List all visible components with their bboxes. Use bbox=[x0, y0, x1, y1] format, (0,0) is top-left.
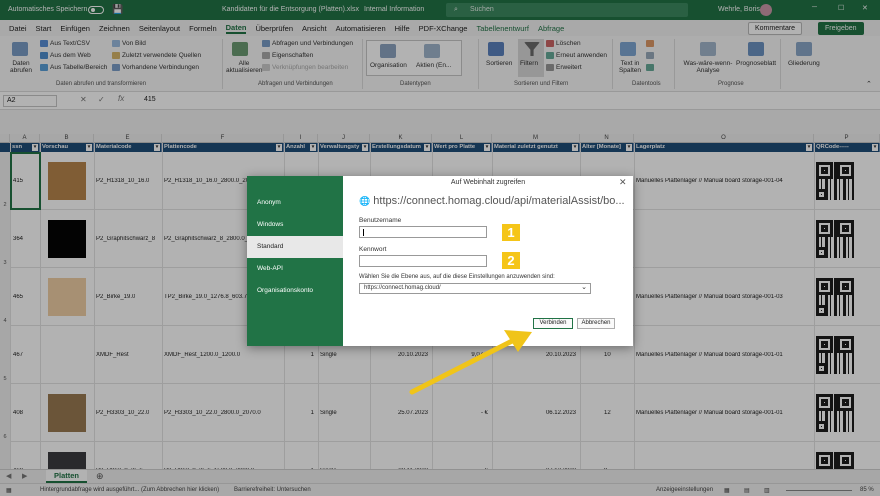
globe-icon: 🌐 bbox=[359, 196, 371, 206]
password-input[interactable] bbox=[359, 255, 487, 267]
level-label: Wählen Sie die Ebene aus, auf die diese … bbox=[359, 274, 555, 280]
password-label: Kennwort bbox=[359, 246, 387, 253]
web-access-dialog: Anonym Windows Standard Web-API Organisa… bbox=[247, 176, 633, 346]
level-select[interactable]: https://connect.homag.cloud/ bbox=[359, 283, 591, 294]
arrow-shaft bbox=[409, 335, 521, 395]
annotation-arrow bbox=[409, 330, 532, 395]
auth-anonym[interactable]: Anonym bbox=[247, 192, 343, 214]
auth-method-sidebar: Anonym Windows Standard Web-API Organisa… bbox=[247, 176, 343, 346]
username-input[interactable] bbox=[359, 226, 487, 238]
annotation-badge-1: 1 bbox=[502, 224, 520, 241]
auth-windows[interactable]: Windows bbox=[247, 214, 343, 236]
auth-standard[interactable]: Standard bbox=[247, 236, 343, 258]
auth-web-api[interactable]: Web-API bbox=[247, 258, 343, 280]
annotation-badge-2: 2 bbox=[502, 252, 520, 269]
dialog-url-text: https://connect.homag.cloud/api/material… bbox=[373, 195, 625, 207]
dialog-url: 🌐 https://connect.homag.cloud/api/materi… bbox=[359, 195, 627, 207]
close-icon[interactable]: ✕ bbox=[619, 177, 627, 188]
dialog-title: Auf Webinhalt zugreifen bbox=[450, 179, 526, 186]
cancel-button[interactable]: Abbrechen bbox=[577, 318, 615, 329]
username-label: Benutzername bbox=[359, 217, 402, 224]
auth-organisationskonto[interactable]: Organisationskonto bbox=[247, 280, 343, 302]
